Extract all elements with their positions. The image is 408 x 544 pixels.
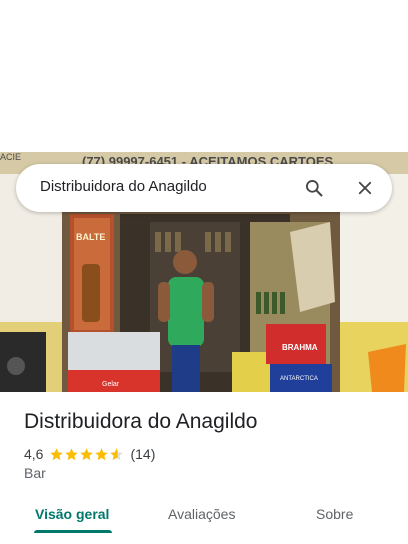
- star-icon: [65, 447, 79, 460]
- rating-row[interactable]: 4,6 (14): [24, 445, 155, 463]
- tab-overview[interactable]: Visão geral: [35, 506, 109, 522]
- crate-brand-1: BRAHMA: [282, 343, 318, 352]
- tab-about[interactable]: Sobre: [316, 506, 353, 522]
- star-icon: [50, 447, 64, 460]
- search-query[interactable]: Distribuidora do Anagildo: [40, 178, 207, 195]
- star-icon: [80, 447, 94, 460]
- active-tab-indicator: [34, 530, 112, 533]
- place-title: Distribuidora do Anagildo: [24, 410, 258, 433]
- review-count[interactable]: (14): [130, 446, 155, 462]
- rating-value: 4,6: [24, 446, 44, 462]
- rating-stars: [49, 447, 124, 462]
- tab-bar: Visão geral Avaliações Sobre: [0, 496, 408, 536]
- left-sign-fragment: ACIE: [0, 152, 21, 162]
- star-icon: [95, 447, 109, 460]
- tab-reviews[interactable]: Avaliações: [168, 506, 235, 522]
- poster-text: BALTE: [76, 232, 105, 242]
- place-category[interactable]: Bar: [24, 465, 46, 481]
- search-bar[interactable]: Distribuidora do Anagildo: [16, 164, 392, 212]
- crate-brand-2: ANTARCTICA: [280, 376, 318, 382]
- close-icon[interactable]: [351, 174, 379, 202]
- star-icon: [110, 447, 124, 460]
- search-icon[interactable]: [300, 174, 328, 202]
- fridge-brand-text: Gelar: [102, 381, 120, 388]
